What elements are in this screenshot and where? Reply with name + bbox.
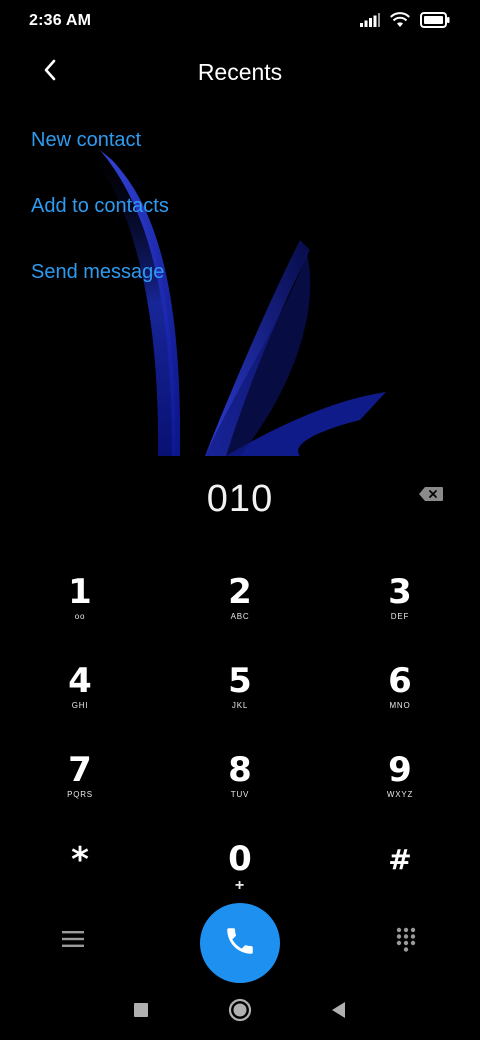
key-2[interactable]: 2 ABC — [180, 572, 300, 652]
key-digit: 4 — [68, 661, 92, 701]
key-letters: WXYZ — [386, 790, 414, 799]
nav-home-button[interactable] — [226, 998, 254, 1026]
key-5[interactable]: 5 JKL — [180, 661, 300, 741]
dialed-number: 010 — [206, 478, 274, 520]
key-letters: GHI — [71, 701, 89, 710]
backspace-button[interactable] — [416, 486, 446, 506]
header: Recents — [0, 50, 480, 96]
square-icon — [133, 1002, 149, 1023]
key-digit: 8 — [228, 750, 252, 790]
phone-icon — [223, 924, 257, 963]
nav-recents-button[interactable] — [127, 998, 155, 1026]
key-digit: 9 — [388, 750, 412, 790]
key-8[interactable]: 8 TUV — [180, 750, 300, 830]
menu-button[interactable] — [60, 928, 86, 954]
key-letters: + — [234, 877, 246, 894]
status-icons — [360, 12, 450, 33]
key-letters: PQRS — [67, 790, 93, 799]
add-to-contacts-link[interactable]: Add to contacts — [31, 195, 169, 218]
status-time: 2:36 AM — [29, 12, 92, 29]
key-digit: 3 — [388, 572, 412, 612]
key-letters: JKL — [231, 701, 249, 710]
key-9[interactable]: 9 WXYZ — [340, 750, 460, 830]
new-contact-link[interactable]: New contact — [31, 129, 141, 152]
key-3[interactable]: 3 DEF — [340, 572, 460, 652]
key-letters: TUV — [230, 790, 250, 799]
key-1[interactable]: 1 oo — [20, 572, 140, 652]
key-digit: 6 — [388, 661, 412, 701]
battery-icon — [420, 12, 450, 33]
navigation-bar — [0, 990, 480, 1034]
voicemail-icon: oo — [74, 612, 86, 621]
key-letters: DEF — [390, 612, 410, 621]
key-digit: 1 — [68, 572, 92, 612]
key-letters: ABC — [230, 612, 250, 621]
backspace-icon — [418, 486, 444, 507]
key-star[interactable]: * — [20, 840, 140, 920]
hamburger-menu-icon — [62, 930, 84, 953]
send-message-link[interactable]: Send message — [31, 261, 164, 284]
circle-icon — [228, 998, 252, 1027]
dialpad-icon — [396, 927, 416, 958]
key-digit: 0 — [228, 839, 252, 879]
triangle-back-icon — [331, 1001, 347, 1024]
key-digit: 7 — [68, 750, 92, 790]
key-7[interactable]: 7 PQRS — [20, 750, 140, 830]
key-digit: * — [71, 840, 89, 880]
dialpad-toggle-button[interactable] — [393, 927, 419, 958]
wifi-icon — [390, 12, 410, 33]
key-digit: # — [388, 843, 412, 876]
key-4[interactable]: 4 GHI — [20, 661, 140, 741]
nav-back-button[interactable] — [325, 998, 353, 1026]
key-6[interactable]: 6 MNO — [340, 661, 460, 741]
key-letters: MNO — [389, 701, 411, 710]
key-hash[interactable]: # — [340, 840, 460, 920]
key-digit: 2 — [228, 572, 252, 612]
call-button[interactable] — [200, 903, 280, 983]
key-digit: 5 — [228, 661, 252, 701]
status-bar: 2:36 AM — [0, 0, 480, 44]
dialer-screen: 2:36 AM Recents New contact Add to conta… — [0, 0, 480, 1040]
signal-icon — [360, 13, 380, 32]
page-title: Recents — [197, 59, 283, 85]
